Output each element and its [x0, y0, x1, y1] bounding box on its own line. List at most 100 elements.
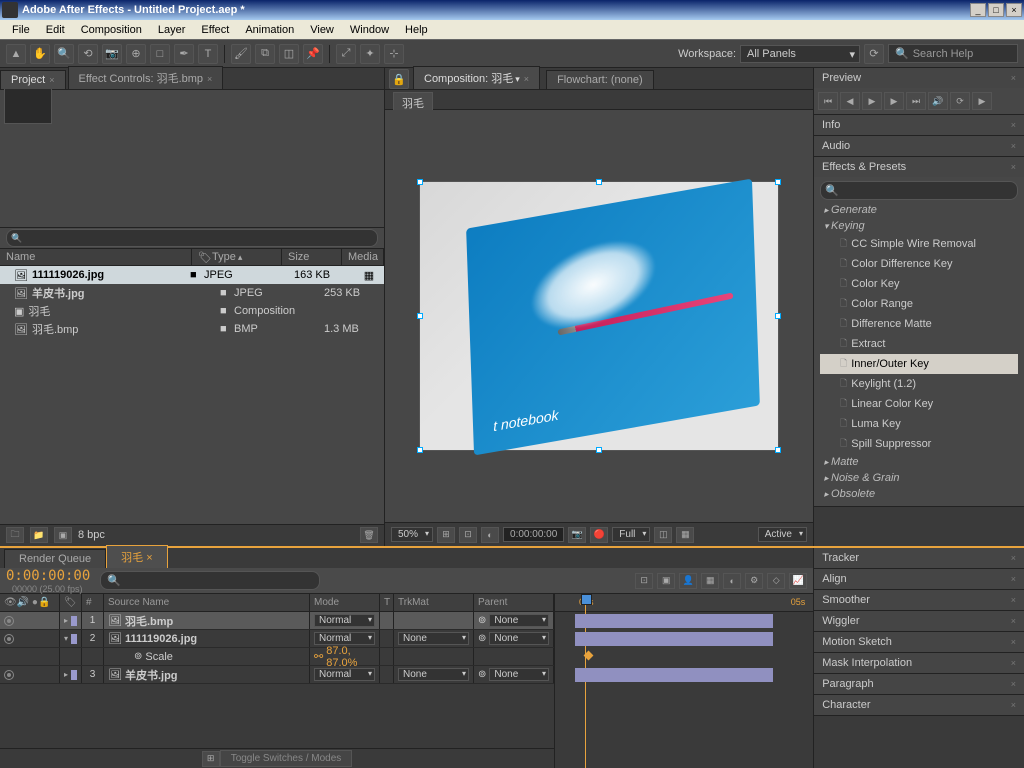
brainstorm-icon[interactable]: ⚙ — [745, 573, 763, 589]
col-source[interactable]: Source Name — [104, 594, 310, 611]
col-media[interactable]: Media — [342, 249, 384, 265]
effect-category[interactable]: Generate — [820, 202, 1018, 218]
mask-interpolation-panel-header[interactable]: Mask Interpolation× — [814, 653, 1024, 673]
paragraph-panel-header[interactable]: Paragraph× — [814, 674, 1024, 694]
effect-item[interactable]: Keylight (1.2) — [820, 374, 1018, 394]
search-help-input[interactable]: 🔍 Search Help — [888, 44, 1018, 63]
timeline-layer[interactable]: ▾ 2 🖼111119026.jpg Normal None ⊚None — [0, 630, 554, 648]
col-trkmat[interactable]: TrkMat — [394, 594, 474, 611]
local-axis-icon[interactable]: ⤢ — [336, 44, 356, 64]
info-panel-header[interactable]: Info× — [814, 115, 1024, 135]
channel-icon[interactable]: 🔴 — [590, 527, 608, 543]
puppet-tool-icon[interactable]: 📌 — [303, 44, 323, 64]
smoother-panel-header[interactable]: Smoother× — [814, 590, 1024, 610]
motion-sketch-panel-header[interactable]: Motion Sketch× — [814, 632, 1024, 652]
project-item[interactable]: 🖼 羽毛.bmp ■ BMP 1.3 MB — [0, 320, 384, 338]
effect-item[interactable]: Linear Color Key — [820, 394, 1018, 414]
twirl-icon[interactable]: ▸ — [64, 616, 68, 625]
effect-item[interactable]: Color Key — [820, 274, 1018, 294]
layer-label-icon[interactable] — [71, 616, 77, 626]
effect-item[interactable]: Color Difference Key — [820, 254, 1018, 274]
resolution-dropdown[interactable]: Full — [612, 527, 650, 542]
shy-icon[interactable]: 👤 — [679, 573, 697, 589]
timeline-search-input[interactable]: 🔍 — [100, 571, 320, 590]
mask-toggle-icon[interactable]: ◐ — [481, 527, 499, 543]
new-comp-icon[interactable]: ▣ — [54, 527, 72, 543]
timeline-tracks-area[interactable]: 00s 05s — [555, 594, 813, 768]
hand-tool-icon[interactable]: ✋ — [30, 44, 50, 64]
twirl-icon[interactable]: ▾ — [64, 634, 68, 643]
comp-mini-flowchart-icon[interactable]: ⊡ — [635, 573, 653, 589]
bpc-button[interactable]: 8 bpc — [78, 529, 105, 541]
menu-file[interactable]: File — [4, 22, 38, 38]
composition-tab[interactable]: Composition: 羽毛▾× — [413, 66, 540, 89]
interpret-icon[interactable]: 🗀 — [6, 527, 24, 543]
graph-editor-icon[interactable]: 📈 — [789, 573, 807, 589]
menu-help[interactable]: Help — [397, 22, 436, 38]
menu-window[interactable]: Window — [342, 22, 397, 38]
effect-item[interactable]: Inner/Outer Key — [820, 354, 1018, 374]
guides-icon[interactable]: ⊡ — [459, 527, 477, 543]
composition-viewer[interactable]: t notebook — [385, 110, 813, 522]
zoom-tool-icon[interactable]: 🔍 — [54, 44, 74, 64]
frame-blend-icon[interactable]: ▦ — [701, 573, 719, 589]
clone-tool-icon[interactable]: ⧉ — [255, 44, 275, 64]
effect-category[interactable]: Matte — [820, 454, 1018, 470]
layer-bar[interactable] — [575, 614, 773, 628]
twirl-icon[interactable]: ▸ — [64, 670, 68, 679]
project-item[interactable]: ▣ 羽毛 ■ Composition — [0, 302, 384, 320]
current-time[interactable]: 0:00:00:00 — [503, 527, 564, 542]
timeline-property[interactable]: ⊚ Scale ⚯ 87.0, 87.0% — [0, 648, 554, 666]
pen-tool-icon[interactable]: ✒ — [174, 44, 194, 64]
effect-item[interactable]: Color Range — [820, 294, 1018, 314]
mode-dropdown[interactable]: Normal — [314, 632, 375, 645]
refresh-icon[interactable]: ⟳ — [864, 44, 884, 64]
layer-bar[interactable] — [575, 632, 773, 646]
audio-panel-header[interactable]: Audio× — [814, 136, 1024, 156]
trkmat-dropdown[interactable]: None — [398, 632, 469, 645]
rotate-tool-icon[interactable]: ⟲ — [78, 44, 98, 64]
visibility-icon[interactable] — [4, 616, 14, 626]
effect-category[interactable]: Keying — [820, 218, 1018, 234]
layer-label-icon[interactable] — [71, 634, 77, 644]
next-frame-icon[interactable]: ▶ — [884, 92, 904, 110]
auto-keyframe-icon[interactable]: ◇ — [767, 573, 785, 589]
eraser-tool-icon[interactable]: ◫ — [279, 44, 299, 64]
visibility-icon[interactable] — [4, 670, 14, 680]
menu-animation[interactable]: Animation — [237, 22, 302, 38]
effect-item[interactable]: Extract — [820, 334, 1018, 354]
close-button[interactable]: × — [1006, 3, 1022, 17]
project-tab[interactable]: Project× — [0, 70, 66, 89]
parent-dropdown[interactable]: None — [489, 614, 549, 627]
ram-preview-icon[interactable]: ▶ — [972, 92, 992, 110]
col-name[interactable]: Name — [0, 249, 192, 265]
draft3d-icon[interactable]: ▣ — [657, 573, 675, 589]
mode-dropdown[interactable]: Normal — [314, 668, 375, 681]
col-parent[interactable]: Parent — [474, 594, 554, 611]
audio-icon[interactable]: 🔊 — [928, 92, 948, 110]
comp-lock-icon[interactable]: 🔒 — [389, 69, 409, 89]
menu-view[interactable]: View — [302, 22, 342, 38]
mask-tool-icon[interactable]: □ — [150, 44, 170, 64]
new-folder-icon[interactable]: 📁 — [30, 527, 48, 543]
first-frame-icon[interactable]: ⏮ — [818, 92, 838, 110]
last-frame-icon[interactable]: ⏭ — [906, 92, 926, 110]
project-item[interactable]: 🖼 羊皮书.jpg ■ JPEG 253 KB — [0, 284, 384, 302]
parent-dropdown[interactable]: None — [489, 632, 549, 645]
roi-icon[interactable]: ◫ — [654, 527, 672, 543]
effect-controls-tab[interactable]: Effect Controls: 羽毛.bmp× — [68, 66, 224, 89]
effects-presets-header[interactable]: Effects & Presets× — [814, 157, 1024, 177]
render-queue-tab[interactable]: Render Queue — [4, 549, 106, 568]
delete-icon[interactable]: 🗑 — [360, 527, 378, 543]
visibility-icon[interactable] — [4, 634, 14, 644]
wiggler-panel-header[interactable]: Wiggler× — [814, 611, 1024, 631]
col-mode[interactable]: Mode — [310, 594, 380, 611]
col-num[interactable]: # — [82, 594, 104, 611]
pan-behind-tool-icon[interactable]: ⊕ — [126, 44, 146, 64]
timeline-comp-tab[interactable]: 羽毛 × — [106, 545, 168, 568]
align-panel-header[interactable]: Align× — [814, 569, 1024, 589]
play-icon[interactable]: ▶ — [862, 92, 882, 110]
workspace-dropdown[interactable]: All Panels — [740, 45, 860, 63]
effect-item[interactable]: CC Simple Wire Removal — [820, 234, 1018, 254]
timeline-layer[interactable]: ▸ 1 🖼羽毛.bmp Normal ⊚None — [0, 612, 554, 630]
